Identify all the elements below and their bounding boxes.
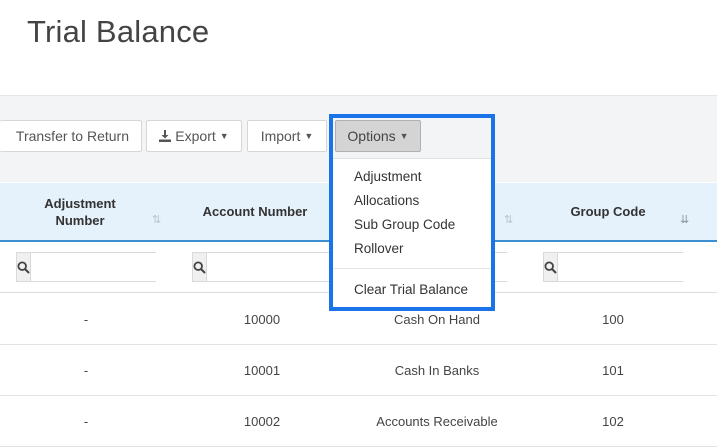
chevron-down-icon: ▼ (219, 131, 229, 141)
transfer-to-return-button[interactable]: Transfer to Return (0, 120, 142, 152)
header-account-number[interactable]: Account Number (175, 183, 335, 240)
filter-group-code[interactable] (543, 252, 717, 282)
cell-description: Accounts Receivable (376, 413, 498, 429)
cell-account: 10002 (243, 413, 281, 429)
search-button[interactable] (193, 253, 207, 281)
sort-icon[interactable]: ⇅ (504, 213, 513, 226)
menu-item-allocations[interactable]: Allocations (333, 188, 491, 212)
menu-item-sub-group-code[interactable]: Sub Group Code (333, 212, 491, 236)
cell-account: 10000 (243, 311, 281, 327)
sort-icon[interactable]: ⇅ (152, 213, 161, 226)
cell-group: 101 (602, 362, 624, 378)
search-button[interactable] (544, 253, 558, 281)
menu-divider (333, 268, 491, 269)
cell-adjustment: - (83, 413, 89, 429)
menu-item-adjustment[interactable]: Adjustment (333, 164, 491, 188)
cell-group: 102 (602, 413, 624, 429)
header-group-code[interactable]: Group Code (528, 183, 688, 240)
export-label: Export (175, 128, 216, 144)
options-label: Options (347, 128, 396, 144)
download-icon (159, 130, 172, 142)
chevron-down-icon: ▼ (399, 131, 409, 141)
sort-descending-icon[interactable]: ⇊ (680, 213, 689, 226)
chevron-down-icon: ▼ (304, 131, 314, 141)
menu-item-clear-trial-balance[interactable]: Clear Trial Balance (333, 277, 491, 301)
options-dropdown: Options ▼ Adjustment Allocations Sub Gro… (329, 114, 495, 311)
filter-account[interactable] (192, 252, 388, 282)
header-adjustment-number[interactable]: Adjustment Number (0, 183, 160, 240)
filter-group-input[interactable] (558, 253, 717, 281)
search-icon (544, 260, 557, 274)
search-button[interactable] (17, 253, 31, 281)
import-label: Import (260, 128, 301, 144)
page-header: Trial Balance (0, 0, 717, 96)
cell-adjustment: - (83, 311, 89, 327)
options-button[interactable]: Options ▼ (335, 120, 421, 152)
table-row[interactable]: - 10001 Cash In Banks 101 (0, 345, 717, 396)
filter-adjustment-input[interactable] (31, 253, 212, 281)
search-icon (17, 260, 30, 274)
options-menu: Adjustment Allocations Sub Group Code Ro… (333, 158, 491, 301)
search-icon (193, 260, 206, 274)
menu-item-rollover[interactable]: Rollover (333, 236, 491, 260)
table-row[interactable]: - 10002 Accounts Receivable 102 (0, 396, 717, 447)
export-button[interactable]: Export ▼ (146, 120, 242, 152)
page-title: Trial Balance (27, 14, 210, 49)
import-button[interactable]: Import ▼ (247, 120, 327, 152)
cell-account: 10001 (243, 362, 281, 378)
filter-adjustment[interactable] (16, 252, 212, 282)
cell-adjustment: - (83, 362, 89, 378)
cell-group: 100 (602, 311, 624, 327)
cell-description: Cash In Banks (394, 362, 480, 378)
transfer-label: Transfer to Return (15, 128, 129, 144)
